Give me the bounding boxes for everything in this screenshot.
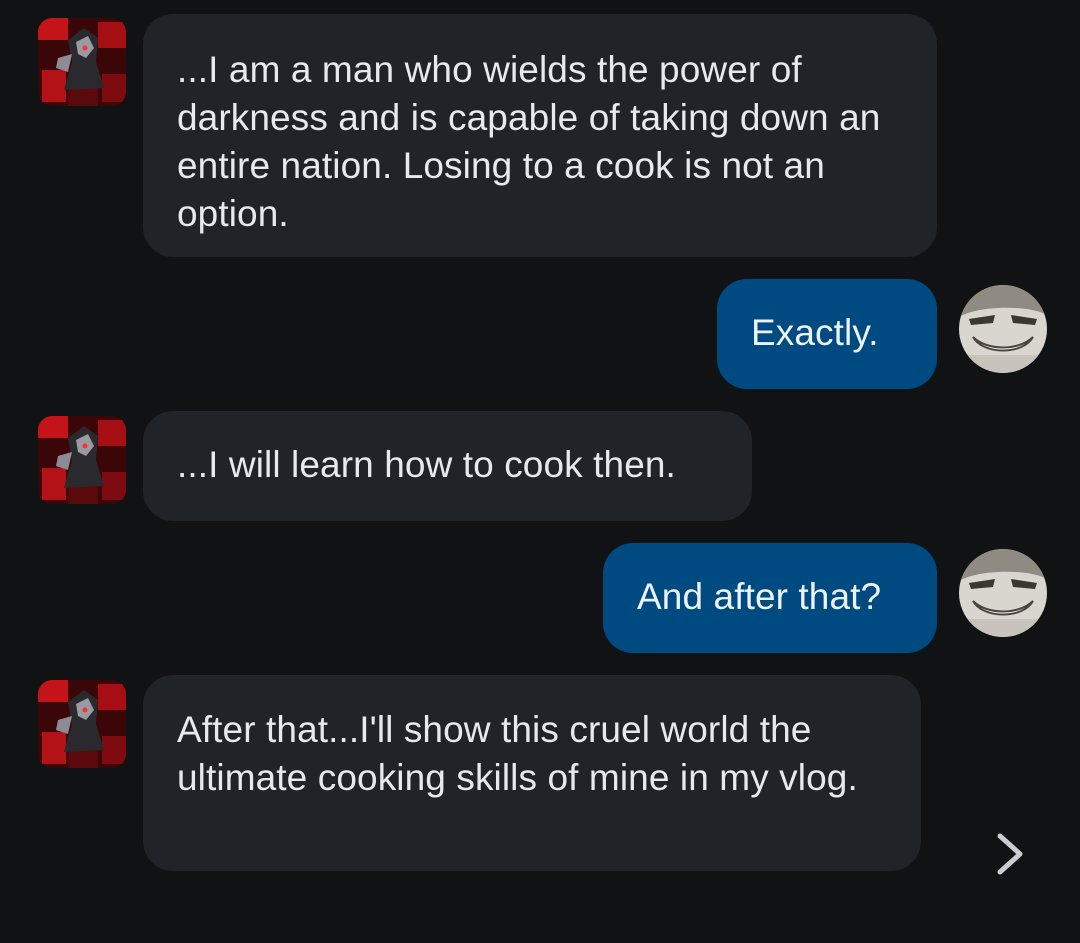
chevron-right-icon bbox=[997, 833, 1023, 875]
message-text: ...I am a man who wields the power of da… bbox=[177, 49, 881, 234]
message-text: After that...I'll show this cruel world … bbox=[177, 709, 858, 798]
bot-avatar[interactable] bbox=[38, 680, 126, 768]
bot-message-bubble: ...I will learn how to cook then. bbox=[143, 411, 752, 521]
user-avatar[interactable] bbox=[959, 285, 1047, 373]
user-message-bubble: And after that? bbox=[603, 543, 937, 653]
message-text: Exactly. bbox=[751, 312, 879, 353]
dark-knight-avatar-icon bbox=[38, 18, 126, 106]
bot-avatar[interactable] bbox=[38, 18, 126, 106]
user-message-bubble: Exactly. bbox=[717, 279, 937, 389]
bot-message-bubble: ...I am a man who wields the power of da… bbox=[143, 14, 937, 257]
grinning-face-avatar-icon bbox=[959, 549, 1047, 637]
dark-knight-avatar-icon bbox=[38, 680, 126, 768]
next-response-button[interactable] bbox=[990, 830, 1034, 878]
message-text: And after that? bbox=[637, 576, 882, 617]
message-text: ...I will learn how to cook then. bbox=[177, 444, 676, 485]
user-avatar[interactable] bbox=[959, 549, 1047, 637]
dark-knight-avatar-icon bbox=[38, 416, 126, 504]
grinning-face-avatar-icon bbox=[959, 285, 1047, 373]
bot-message-bubble: After that...I'll show this cruel world … bbox=[143, 675, 921, 871]
bot-avatar[interactable] bbox=[38, 416, 126, 504]
